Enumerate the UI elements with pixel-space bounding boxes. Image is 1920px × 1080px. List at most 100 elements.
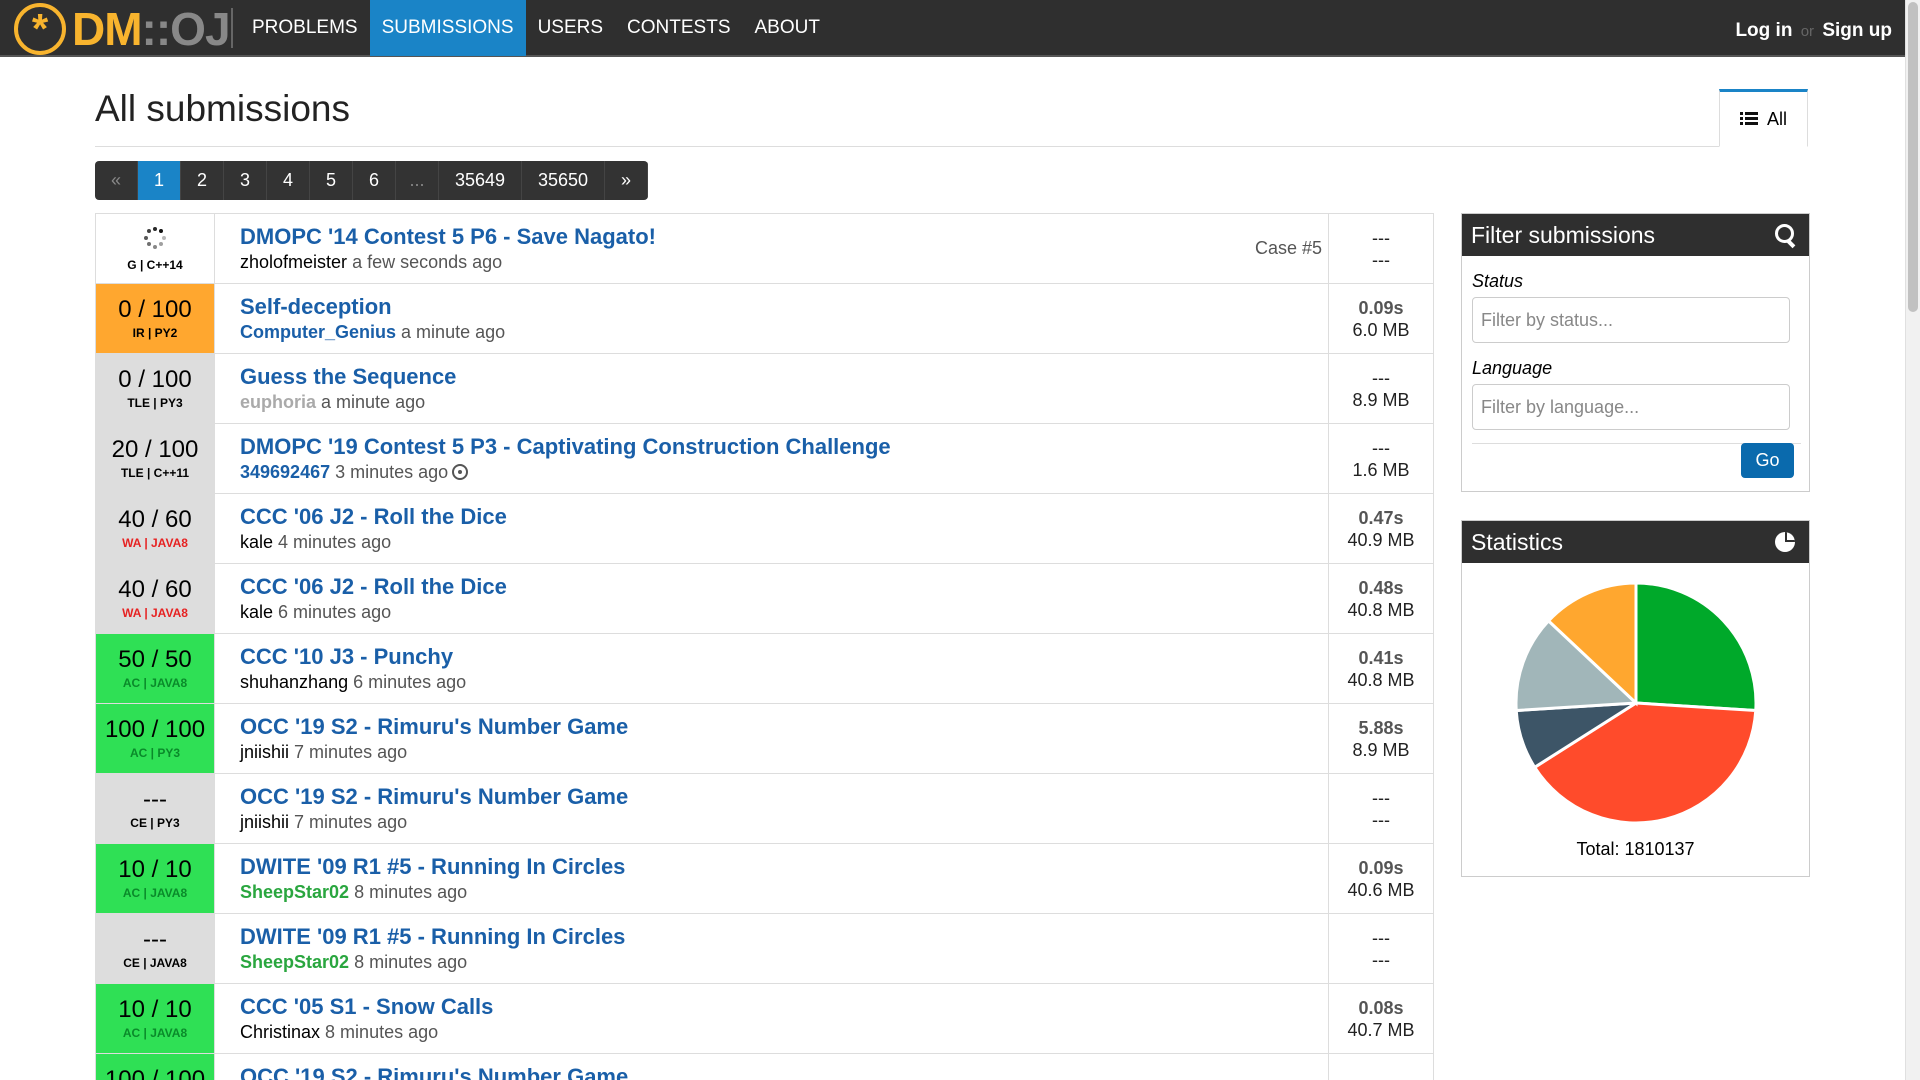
submission-time-ago: a minute ago <box>401 322 506 342</box>
language-filter-input[interactable] <box>1472 384 1790 430</box>
submission-info: CCC '05 S1 - Snow Calls Christinax 8 minu… <box>215 984 1328 1053</box>
page-35650[interactable]: 35650 <box>522 161 605 200</box>
user-link[interactable]: 349692467 <box>240 462 330 482</box>
login-link[interactable]: Log in <box>1735 20 1792 41</box>
submission-time-ago: 3 minutes ago <box>335 462 449 482</box>
submission-row: 40 / 60 WA | JAVA8 CCC '06 J2 - Roll the D… <box>96 494 1433 564</box>
nav-about[interactable]: ABOUT <box>743 0 832 56</box>
page-5[interactable]: 5 <box>310 161 353 200</box>
status-filter-input[interactable] <box>1472 297 1790 343</box>
user-link[interactable]: zholofmeister <box>240 252 347 272</box>
submission-result[interactable]: --- CE | PY3 <box>96 774 215 843</box>
virtual-participation-icon <box>452 464 469 480</box>
submission-time-ago: 7 minutes ago <box>294 742 408 762</box>
page-1[interactable]: 1 <box>138 161 181 200</box>
submission-info: DMOPC '14 Contest 5 P6 - Save Nagato! zho… <box>215 214 1328 283</box>
submission-meta: zholofmeister a few seconds ago <box>240 252 1328 273</box>
user-link[interactable]: euphoria <box>240 392 316 412</box>
page-2[interactable]: 2 <box>181 161 224 200</box>
problem-link[interactable]: Self-deception <box>240 294 1328 320</box>
search-icon[interactable] <box>1775 224 1797 246</box>
submission-info: CCC '06 J2 - Roll the Dice kale 6 minutes… <box>215 564 1328 633</box>
page-3[interactable]: 3 <box>224 161 267 200</box>
pie-chart-icon <box>1775 532 1795 552</box>
submission-result[interactable]: 100 / 100AC | PY3 <box>96 1054 215 1080</box>
page-scrollbar[interactable] <box>1905 0 1920 1080</box>
tab-all[interactable]: All <box>1719 89 1808 147</box>
page-next-button[interactable]: » <box>605 161 648 200</box>
problem-link[interactable]: CCC '10 J3 - Punchy <box>240 644 1328 670</box>
problem-link[interactable]: CCC '06 J2 - Roll the Dice <box>240 574 1328 600</box>
site-logo[interactable]: * DM::OJ <box>14 3 231 55</box>
problem-link[interactable]: DWITE '09 R1 #5 - Running In Circles <box>240 924 1328 950</box>
logo-text-oj: ::OJ <box>141 3 231 55</box>
page-6[interactable]: 6 <box>353 161 396 200</box>
user-link[interactable]: kale <box>240 602 273 622</box>
go-button[interactable]: Go <box>1741 443 1794 478</box>
scrollbar-thumb[interactable] <box>1908 2 1918 312</box>
submission-status: AC | JAVA8 <box>122 676 188 691</box>
submission-result[interactable]: 0 / 100 IR | PY2 <box>96 284 215 353</box>
user-link[interactable]: kale <box>240 532 273 552</box>
submission-result[interactable]: 40 / 60 WA | JAVA8 <box>96 494 215 563</box>
problem-link[interactable]: OCC '19 S2 - Rimuru's Number Game <box>240 784 1328 810</box>
submission-time-ago: 6 minutes ago <box>278 602 392 622</box>
submission-result[interactable]: --- CE | JAVA8 <box>96 914 215 983</box>
page-35649[interactable]: 35649 <box>439 161 522 200</box>
resource-usage: 0.08s 40.7 MB <box>1328 984 1433 1053</box>
nav-users[interactable]: USERS <box>526 0 615 56</box>
submission-result[interactable]: 20 / 100 TLE | C++11 <box>96 424 215 493</box>
user-link[interactable]: Computer_Genius <box>240 322 396 342</box>
submission-status: TLE | C++11 <box>120 466 190 481</box>
submission-info: OCC '19 S2 - Rimuru's Number Game <box>215 1054 1328 1080</box>
problem-link[interactable]: DWITE '09 R1 #5 - Running In Circles <box>240 854 1328 880</box>
user-link[interactable]: SheepStar02 <box>240 882 349 902</box>
nav-submissions[interactable]: SUBMISSIONS <box>369 0 526 56</box>
problem-link[interactable]: CCC '06 J2 - Roll the Dice <box>240 504 1328 530</box>
problem-link[interactable]: DMOPC '19 Contest 5 P3 - Captivating Con… <box>240 434 1328 460</box>
logo-divider <box>231 8 233 48</box>
problem-link[interactable]: OCC '19 S2 - Rimuru's Number Game <box>240 714 1328 740</box>
problem-link[interactable]: DMOPC '14 Contest 5 P6 - Save Nagato! <box>240 224 1328 250</box>
submission-result[interactable]: 0 / 100 TLE | PY3 <box>96 354 215 423</box>
nav-contests[interactable]: CONTESTS <box>615 0 742 56</box>
submission-score: 100 / 100 <box>104 715 206 743</box>
submission-result[interactable]: 10 / 10 AC | JAVA8 <box>96 844 215 913</box>
user-link[interactable]: SheepStar02 <box>240 952 349 972</box>
submission-result[interactable]: 50 / 50 AC | JAVA8 <box>96 634 215 703</box>
submission-result[interactable]: 100 / 100AC | PY3 <box>96 704 215 773</box>
submission-result[interactable]: G | C++14 <box>96 214 215 283</box>
submission-row: G | C++14 DMOPC '14 Contest 5 P6 - Save N… <box>96 214 1433 284</box>
main-nav: PROBLEMS SUBMISSIONS USERS CONTESTS ABOUT <box>240 0 832 56</box>
problem-link[interactable]: Guess the Sequence <box>240 364 1328 390</box>
statistics-pie-chart <box>1514 581 1758 825</box>
signup-link[interactable]: Sign up <box>1822 20 1892 41</box>
or-separator: or <box>1800 23 1815 40</box>
user-link[interactable]: shuhanzhang <box>240 672 348 692</box>
problem-link[interactable]: OCC '19 S2 - Rimuru's Number Game <box>240 1064 1328 1080</box>
user-link[interactable]: Christinax <box>240 1022 320 1042</box>
problem-link[interactable]: CCC '05 S1 - Snow Calls <box>240 994 1328 1020</box>
memory-usage: --- <box>1372 249 1390 270</box>
submission-row: 40 / 60 WA | JAVA8 CCC '06 J2 - Roll the D… <box>96 564 1433 634</box>
submission-info: DWITE '09 R1 #5 - Running In Circles Shee… <box>215 914 1328 983</box>
logo-text-dm: DM <box>72 3 143 55</box>
resource-usage: 0.48s 40.8 MB <box>1328 564 1433 633</box>
submission-status: G | C++14 <box>127 257 183 272</box>
statistics-panel: Statistics Total: 1810137 <box>1461 520 1810 877</box>
asterisk-logo-icon: * <box>14 3 66 55</box>
user-link[interactable]: jniishii <box>240 812 289 832</box>
top-navbar: * DM::OJ PROBLEMS SUBMISSIONS USERS CONTEST… <box>0 0 1920 57</box>
resource-usage: --- --- <box>1328 774 1433 843</box>
nav-problems[interactable]: PROBLEMS <box>240 0 370 56</box>
memory-usage: --- <box>1372 809 1390 830</box>
execution-time: 0.09s <box>1358 857 1404 878</box>
status-label: Status <box>1472 271 1524 291</box>
submission-result[interactable]: 10 / 10 AC | JAVA8 <box>96 984 215 1053</box>
page-4[interactable]: 4 <box>267 161 310 200</box>
user-link[interactable]: jniishii <box>240 742 289 762</box>
submission-score: 0 / 100 <box>118 365 192 393</box>
pie-slice-ac[interactable] <box>1634 581 1758 713</box>
submission-result[interactable]: 40 / 60 WA | JAVA8 <box>96 564 215 633</box>
submission-meta: Computer_Genius a minute ago <box>240 322 1328 343</box>
